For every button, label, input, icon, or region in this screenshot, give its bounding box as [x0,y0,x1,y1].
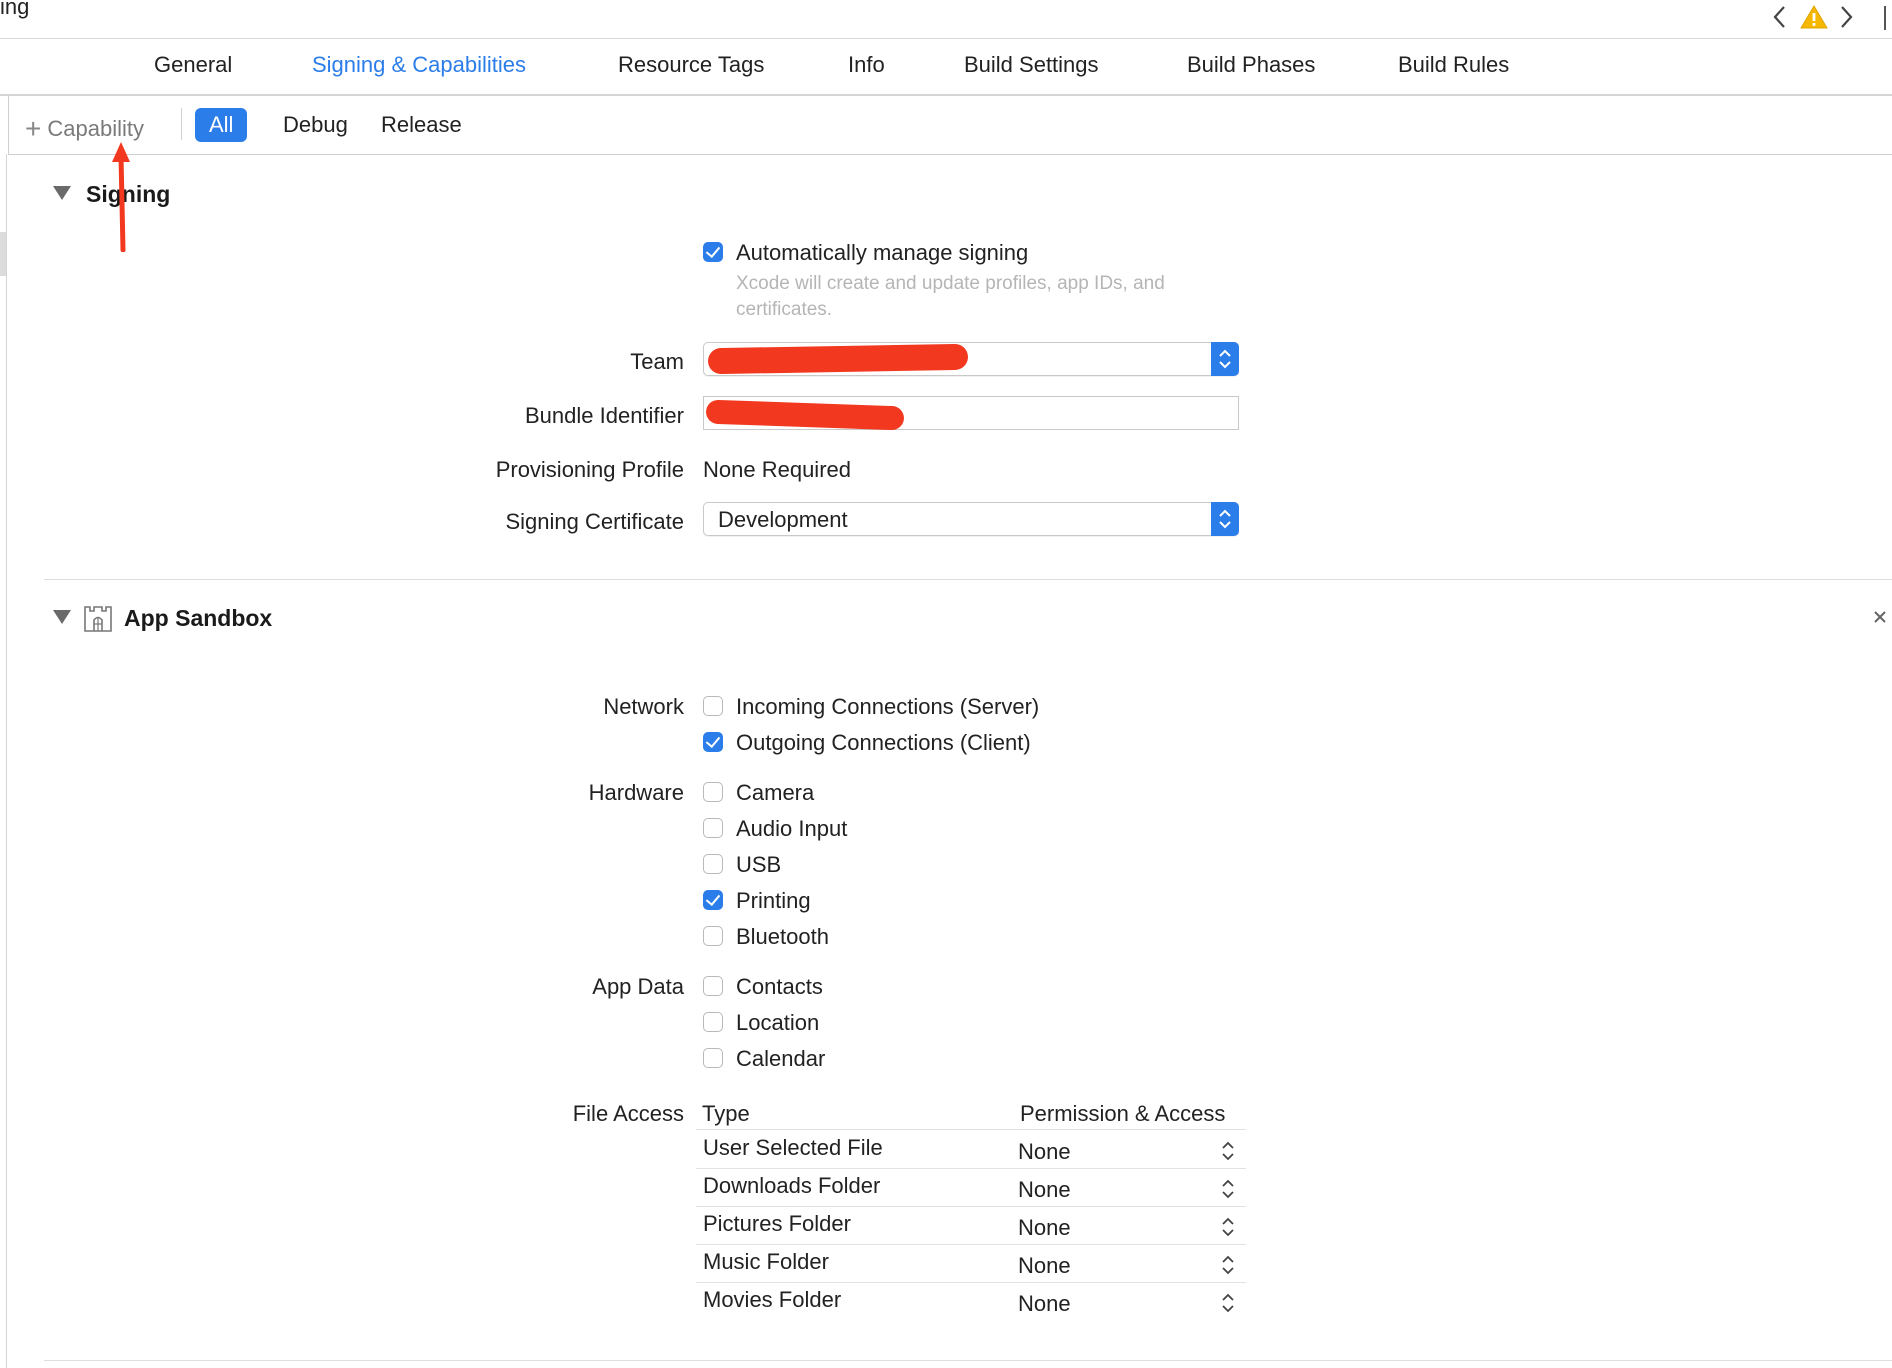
calendar-checkbox[interactable] [703,1048,723,1068]
tab-info[interactable]: Info [848,52,885,78]
team-label: Team [630,349,684,374]
file-type-column-header[interactable]: Type [702,1101,750,1127]
auto-manage-signing-checkbox[interactable] [703,242,723,262]
provisioning-profile-label: Provisioning Profile [495,457,684,482]
table-row[interactable]: Music Folder None [696,1245,1246,1282]
permission-cell[interactable]: None [1018,1177,1071,1203]
bluetooth-checkbox[interactable] [703,926,723,946]
location-checkbox[interactable] [703,1012,723,1032]
tab-general[interactable]: General [154,52,232,78]
signing-certificate-label: Signing Certificate [505,509,684,534]
file-access-label: File Access [572,1101,684,1126]
plus-icon: + [25,113,42,144]
file-type-cell: Movies Folder [703,1287,842,1312]
stepper-icon[interactable] [1220,1140,1236,1162]
auto-manage-signing-hint: Xcode will create and update profiles, a… [736,273,1165,320]
contacts-label: Contacts [736,974,823,999]
section-separator [44,1360,1892,1361]
bundle-identifier-label: Bundle Identifier [525,403,684,428]
scroll-indicator[interactable] [0,232,6,276]
stepper-icon[interactable] [1220,1254,1236,1276]
provisioning-profile-value: None Required [703,457,851,482]
incoming-connections-label: Incoming Connections (Server) [736,694,1040,719]
toolbar-edge [1884,6,1886,30]
close-icon[interactable] [1872,609,1888,625]
chevron-right-icon[interactable] [1836,2,1856,32]
editor-tab-bar: General Signing & Capabilities Resource … [0,40,1892,96]
tab-signing-capabilities[interactable]: Signing & Capabilities [312,52,526,78]
disclosure-triangle-icon[interactable] [53,186,71,200]
tab-resource-tags[interactable]: Resource Tags [618,52,764,78]
segment-all[interactable]: All [195,108,248,142]
capability-filter-bar: + Capability All Debug Release [8,96,1892,155]
table-row[interactable]: User Selected File None [696,1131,1246,1168]
usb-label: USB [736,852,782,877]
add-capability-button[interactable]: + Capability [25,111,144,144]
stepper-icon[interactable] [1220,1216,1236,1238]
file-type-cell: Music Folder [703,1249,829,1274]
file-type-cell: Downloads Folder [703,1173,881,1198]
calendar-label: Calendar [736,1046,826,1071]
left-border [6,154,7,1368]
table-divider [696,1129,1246,1130]
permission-cell[interactable]: None [1018,1291,1071,1317]
permission-column-header[interactable]: Permission & Access [1020,1101,1225,1127]
stepper-icon [1211,502,1239,536]
camera-checkbox[interactable] [703,782,723,802]
annotation-arrow [112,142,130,252]
sandbox-castle-icon [84,606,112,632]
segment-debug[interactable]: Debug [269,108,362,142]
signing-certificate-popup[interactable]: Development [703,502,1239,536]
signing-certificate-value: Development [718,507,848,532]
segment-release[interactable]: Release [367,108,476,142]
usb-checkbox[interactable] [703,854,723,874]
file-type-cell: Pictures Folder [703,1211,851,1236]
permission-cell[interactable]: None [1018,1215,1071,1241]
section-separator [44,579,1892,580]
outgoing-connections-checkbox[interactable] [703,732,723,752]
warning-icon[interactable] [1800,4,1828,30]
disclosure-triangle-icon[interactable] [53,610,71,624]
permission-cell[interactable]: None [1018,1139,1071,1165]
tab-build-rules[interactable]: Build Rules [1398,52,1509,78]
printing-checkbox[interactable] [703,890,723,910]
stepper-icon[interactable] [1220,1178,1236,1200]
incoming-connections-checkbox[interactable] [703,696,723,716]
camera-label: Camera [736,780,815,805]
network-label: Network [603,694,684,719]
stepper-icon [1211,342,1239,376]
table-row[interactable]: Downloads Folder None [696,1169,1246,1206]
outgoing-connections-label: Outgoing Connections (Client) [736,730,1031,755]
audio-input-checkbox[interactable] [703,818,723,838]
app-data-label: App Data [592,974,684,999]
audio-input-label: Audio Input [736,816,848,841]
table-row[interactable]: Pictures Folder None [696,1207,1246,1244]
location-label: Location [736,1010,820,1035]
hardware-label: Hardware [588,780,684,805]
table-row[interactable]: Movies Folder None [696,1283,1246,1320]
file-type-cell: User Selected File [703,1135,883,1160]
permission-cell[interactable]: None [1018,1253,1071,1279]
tab-build-settings[interactable]: Build Settings [964,52,1099,78]
tab-build-phases[interactable]: Build Phases [1187,52,1315,78]
redaction-mark [707,343,969,375]
app-sandbox-section-title: App Sandbox [124,605,273,631]
window-toolbar: ing [0,0,1892,39]
filter-divider [181,108,182,140]
auto-manage-signing-label: Automatically manage signing [736,240,1029,265]
breadcrumb[interactable]: ing [0,0,29,20]
contacts-checkbox[interactable] [703,976,723,996]
add-capability-label: Capability [47,116,144,141]
stepper-icon[interactable] [1220,1292,1236,1314]
chevron-left-icon[interactable] [1770,2,1790,32]
bluetooth-label: Bluetooth [736,924,829,949]
printing-label: Printing [736,888,811,913]
